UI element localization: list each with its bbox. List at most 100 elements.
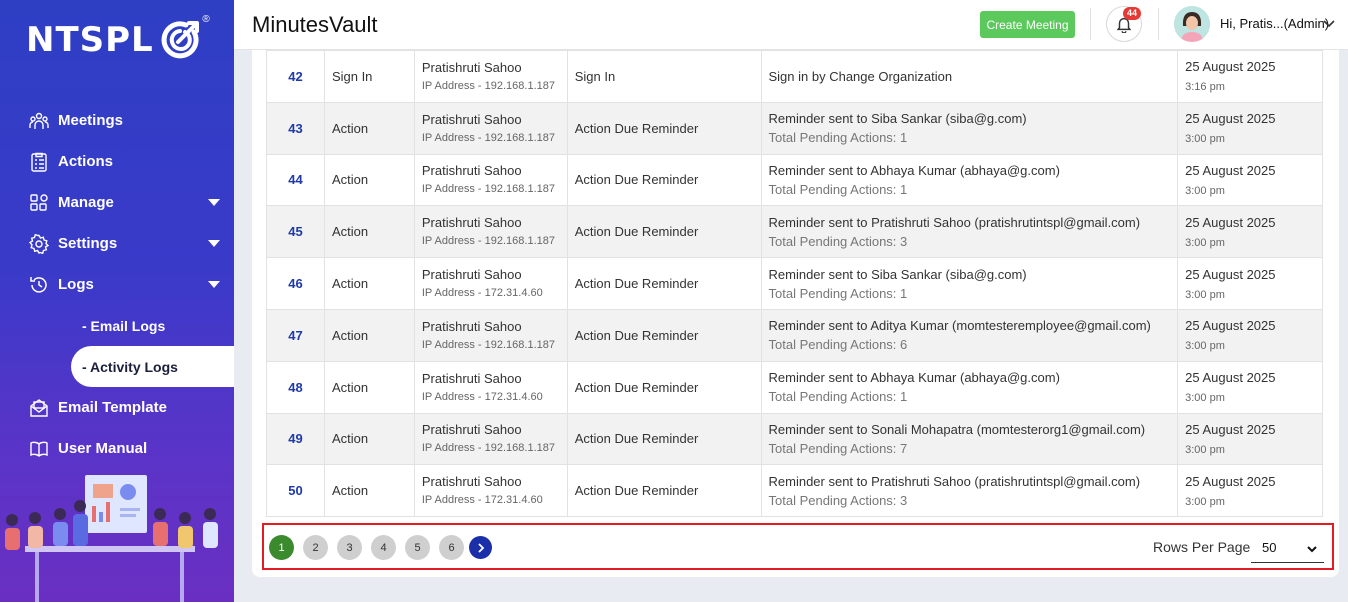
date-text: 25 August 2025 (1185, 370, 1276, 386)
log-type-cell: Action (323, 101, 415, 155)
create-meeting-button[interactable]: Create Meeting (980, 11, 1075, 38)
user-cell: Pratishruti Sahoo IP Address - 172.31.4.6… (413, 464, 568, 518)
app-title: MinutesVault (252, 12, 378, 37)
chevron-down-icon[interactable] (1322, 16, 1336, 30)
row-number: 44 (266, 153, 325, 207)
sidebar-item-user-manual[interactable]: User Manual (0, 428, 234, 469)
page-button-1[interactable]: 1 (269, 535, 294, 560)
pending-actions-text: Total Pending Actions: 1 (768, 285, 908, 301)
log-type: Action (331, 483, 369, 499)
pagination-bar: 1 2 3 4 5 6 Rows Per Page 50 (262, 523, 1334, 570)
description-text: Sign in by Change Organization (768, 68, 953, 84)
row-number-text: 47 (288, 327, 303, 343)
log-type-cell: Action (323, 360, 415, 414)
log-type: Action (331, 431, 369, 447)
notification-badge: 44 (1123, 7, 1142, 20)
action-cell: Action Due Reminder (566, 205, 762, 259)
action-cell: Action Due Reminder (566, 153, 762, 207)
pending-actions-text: Total Pending Actions: 3 (768, 492, 908, 508)
description-text: Reminder sent to Sonali Mohapatra (momte… (768, 421, 1146, 437)
date-cell: 25 August 2025 3:16 pm (1177, 50, 1323, 103)
sidebar-item-meetings[interactable]: Meetings (0, 100, 234, 141)
rows-per-page-label: Rows Per Page (1153, 539, 1251, 555)
action-cell: Action Due Reminder (566, 412, 762, 466)
pending-actions-text: Total Pending Actions: 1 (768, 389, 908, 405)
description-cell: Reminder sent to Aditya Kumar (momtester… (760, 308, 1179, 362)
time-text: 3:16 pm (1185, 81, 1225, 94)
description-text: Reminder sent to Aditya Kumar (momtester… (768, 318, 1151, 334)
chevron-down-icon[interactable] (208, 199, 220, 206)
row-number-text: 49 (288, 431, 303, 447)
ip-address: IP Address - 192.168.1.187 (421, 183, 555, 196)
description-cell: Reminder sent to Siba Sankar (siba@g.com… (760, 257, 1179, 310)
registered-mark: ® (202, 14, 210, 25)
date-cell: 25 August 2025 3:00 pm (1177, 308, 1323, 362)
action-text: Action Due Reminder (574, 224, 699, 240)
page-button-2[interactable]: 2 (303, 535, 328, 560)
user-name[interactable]: Hi, Pratis...(Admin) (1220, 16, 1329, 31)
date-text: 25 August 2025 (1185, 421, 1276, 437)
sidebar-item-label: Actions (58, 153, 114, 170)
table-row: 49 Action Pratishruti Sahoo IP Address - 19… (266, 412, 1323, 466)
user-cell: Pratishruti Sahoo IP Address - 192.168.1.… (413, 205, 568, 259)
ip-address: IP Address - 192.168.1.187 (421, 235, 555, 248)
user-cell: Pratishruti Sahoo IP Address - 192.168.1.… (413, 50, 568, 103)
brand-logo[interactable]: NTSPL ® (26, 14, 210, 62)
date-text: 25 August 2025 (1185, 162, 1276, 178)
log-type-cell: Sign In (323, 50, 415, 103)
row-number: 48 (266, 360, 325, 414)
pending-actions-text: Total Pending Actions: 6 (768, 337, 908, 353)
date-cell: 25 August 2025 3:00 pm (1177, 257, 1323, 310)
log-type: Action (331, 172, 369, 188)
action-text: Action Due Reminder (574, 431, 699, 447)
table-row: 50 Action Pratishruti Sahoo IP Address - 17… (266, 464, 1323, 518)
logo-text: NTSPL (26, 20, 154, 60)
user-cell: Pratishruti Sahoo IP Address - 192.168.1.… (413, 412, 568, 466)
sidebar-item-manage[interactable]: Manage (0, 182, 234, 223)
time-text: 3:00 pm (1185, 236, 1225, 249)
table-row: 48 Action Pratishruti Sahoo IP Address - 17… (266, 360, 1323, 414)
row-number: 43 (266, 101, 325, 155)
page-button-3[interactable]: 3 (337, 535, 362, 560)
time-text: 3:00 pm (1185, 495, 1225, 508)
manage-icon (28, 192, 50, 214)
sidebar-item-label: User Manual (58, 440, 148, 457)
sidebar-item-actions[interactable]: Actions (0, 141, 234, 182)
actions-icon (28, 151, 50, 173)
user-cell: Pratishruti Sahoo IP Address - 172.31.4.6… (413, 257, 568, 310)
sidebar-item-settings[interactable]: Settings (0, 223, 234, 264)
sidebar-subitem-activity-logs[interactable]: - Activity Logs (71, 346, 234, 387)
page-button-5[interactable]: 5 (405, 535, 430, 560)
gear-icon (28, 233, 50, 255)
history-icon (28, 274, 50, 296)
action-text: Action Due Reminder (574, 483, 699, 499)
user-name-text: Pratishruti Sahoo (421, 474, 522, 490)
activity-log-card: 42 Sign In Pratishruti Sahoo IP Address - 1… (252, 50, 1339, 577)
sidebar-nav: Meetings Actions Manage Settings Logs - … (0, 100, 234, 469)
action-text: Action Due Reminder (574, 276, 699, 292)
email-icon (28, 397, 50, 419)
log-type: Sign In (331, 68, 373, 84)
table-row: 47 Action Pratishruti Sahoo IP Address - 19… (266, 308, 1323, 362)
user-cell: Pratishruti Sahoo IP Address - 192.168.1.… (413, 308, 568, 362)
date-text: 25 August 2025 (1185, 266, 1276, 282)
sidebar-item-logs[interactable]: Logs (0, 264, 234, 305)
row-number-text: 46 (288, 276, 303, 292)
chevron-down-icon[interactable] (208, 281, 220, 288)
user-name-text: Pratishruti Sahoo (421, 111, 522, 127)
next-page-button[interactable] (469, 536, 492, 559)
chevron-down-icon (1307, 546, 1317, 553)
chevron-down-icon[interactable] (208, 240, 220, 247)
description-cell: Reminder sent to Siba Sankar (siba@g.com… (760, 101, 1179, 155)
avatar[interactable] (1174, 6, 1210, 42)
time-text: 3:00 pm (1185, 184, 1225, 197)
page-button-6[interactable]: 6 (439, 535, 464, 560)
page-button-4[interactable]: 4 (371, 535, 396, 560)
row-number-text: 44 (288, 172, 303, 188)
rows-per-page-select[interactable]: 50 (1251, 533, 1324, 563)
ip-address: IP Address - 172.31.4.60 (421, 390, 543, 403)
row-number-text: 42 (288, 68, 303, 84)
sidebar-item-email-template[interactable]: Email Template (0, 387, 234, 428)
log-type-cell: Action (323, 257, 415, 310)
sidebar-subitem-email-logs[interactable]: - Email Logs (0, 305, 234, 346)
